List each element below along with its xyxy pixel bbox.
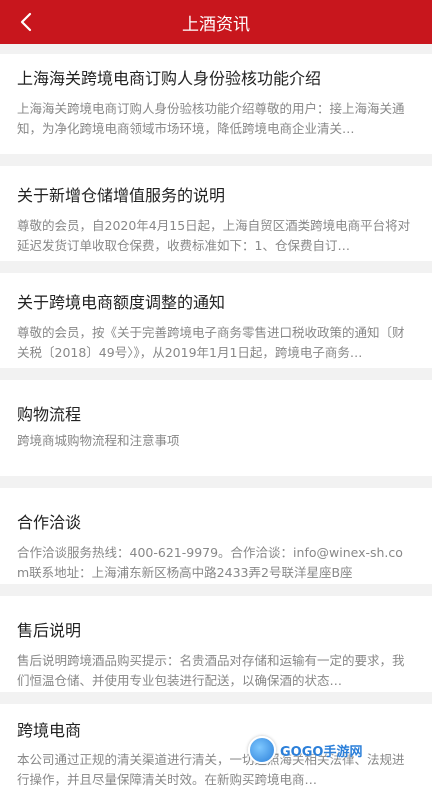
article-card[interactable]: 关于新增仓储增值服务的说明 尊敬的会员，自2020年4月15日起，上海自贸区酒类… [0,166,432,261]
article-summary: 尊敬的会员，按《关于完善跨境电子商务零售进口税收政策的通知〔财关税〔2018〕4… [17,325,405,360]
article-summary: 售后说明跨境酒品购买提示：名贵酒品对存储和运输有一定的要求，我们恒温仓储、并使用… [17,653,405,688]
article-card[interactable]: 售后说明 售后说明跨境酒品购买提示：名贵酒品对存储和运输有一定的要求，我们恒温仓… [0,596,432,692]
back-button[interactable] [8,0,44,44]
article-title: 上海海关跨境电商订购人身份验核功能介绍 [17,69,322,88]
chevron-left-icon [20,12,32,32]
article-summary: 尊敬的会员，自2020年4月15日起，上海自贸区酒类跨境电商平台将对延迟发货订单… [17,218,411,253]
article-summary: 跨境商城购物流程和注意事项 [17,433,180,448]
article-title: 关于新增仓储增值服务的说明 [17,186,226,205]
article-card[interactable]: 购物流程 跨境商城购物流程和注意事项 [0,380,432,476]
article-summary: 上海海关跨境电商订购人身份验核功能介绍尊敬的用户：接上海海关通知，为净化跨境电商… [17,101,405,136]
article-card[interactable]: 合作洽谈 合作洽谈服务热线：400-621-9979。合作洽谈：info@win… [0,488,432,584]
watermark-logo-icon [248,736,276,764]
article-title: 合作洽谈 [17,513,82,532]
article-list: 上海海关跨境电商订购人身份验核功能介绍 上海海关跨境电商订购人身份验核功能介绍尊… [0,44,432,800]
article-summary: 合作洽谈服务热线：400-621-9979。合作洽谈：info@winex-sh… [17,545,403,580]
article-title: 购物流程 [17,405,82,424]
article-card[interactable]: 上海海关跨境电商订购人身份验核功能介绍 上海海关跨境电商订购人身份验核功能介绍尊… [0,54,432,154]
article-title: 售后说明 [17,621,82,640]
article-card[interactable]: 关于跨境电商额度调整的通知 尊敬的会员，按《关于完善跨境电子商务零售进口税收政策… [0,273,432,368]
article-title: 关于跨境电商额度调整的通知 [17,293,226,312]
watermark-text: GOGO手游网 [280,744,363,760]
site-watermark: GOGO手游网 [248,732,432,768]
page-title: 上酒资讯 [182,14,250,35]
top-navigation-bar: 上酒资讯 [0,0,432,44]
